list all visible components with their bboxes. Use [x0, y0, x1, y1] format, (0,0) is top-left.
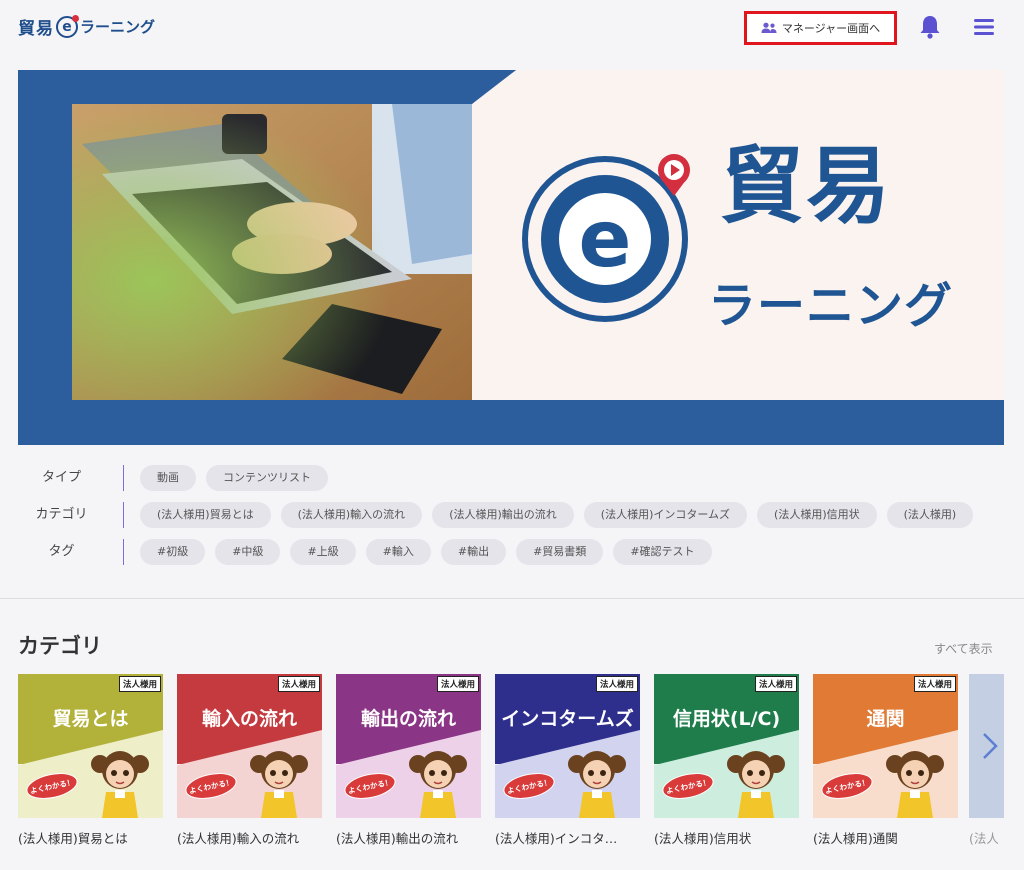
type-chips: 動画 コンテンツリスト — [124, 465, 984, 491]
chip-category[interactable]: (法人様用)輸出の流れ — [432, 502, 574, 528]
corporate-badge: 法人様用 — [118, 676, 161, 692]
card-thumbnail[interactable]: 法人様用 信用状(L/C) よくわかる！ — [654, 674, 799, 818]
card-thumbnail[interactable]: 法人様用 通関 よくわかる！ — [813, 674, 958, 818]
filter-label-category: カテゴリ — [0, 502, 124, 528]
bell-icon[interactable] — [918, 14, 942, 40]
category-card[interactable]: 法人様用 信用状(L/C) よくわかる！ (法人様用)信用状 — [654, 674, 799, 847]
corporate-badge: 法人様用 — [754, 676, 797, 692]
chip-type[interactable]: コンテンツリスト — [206, 465, 328, 491]
filter-row-type: タイプ 動画 コンテンツリスト — [0, 465, 984, 491]
category-card[interactable]: 法人様用 インコタームズ よくわかる！ (法人様用)インコタ… — [495, 674, 640, 847]
category-card[interactable]: 法人様用 輸入の流れ よくわかる！ (法人様用)輸入の流れ — [177, 674, 322, 847]
character-illustration — [886, 751, 944, 818]
chip-category[interactable]: (法人様用)輸入の流れ — [280, 502, 423, 528]
tag-chips: #初級 #中級 #上級 #輸入 #輸出 #貿易書類 #確認テスト — [124, 539, 984, 565]
logo-kanji: 貿易 — [18, 19, 54, 39]
filter-row-tag: タグ #初級 #中級 #上級 #輸入 #輸出 #貿易書類 #確認テスト — [0, 539, 984, 565]
character-illustration — [91, 751, 149, 818]
chevron-right-icon[interactable] — [976, 726, 1002, 766]
card-thumb-title: 貿易とは — [52, 708, 129, 730]
chip-category[interactable]: (法人様用)インコタームズ — [583, 502, 748, 528]
card-label[interactable]: (法人様用)通関 — [813, 828, 958, 847]
chip-tag[interactable]: #中級 — [215, 539, 281, 565]
card-label[interactable]: (法人様用)インコタ… — [495, 828, 640, 847]
card-thumb-title: インコタームズ — [501, 708, 634, 730]
card-label[interactable]: (法人様用)信用状 — [654, 828, 799, 847]
manager-screen-button[interactable]: マネージャー画面へ — [744, 11, 897, 45]
chip-category[interactable]: (法人様用)貿易とは — [140, 502, 271, 528]
corporate-badge: 法人様用 — [436, 676, 479, 692]
card-label[interactable]: (法人様用)輸出の流れ — [336, 828, 481, 847]
partial-card-label: (法人 — [969, 831, 999, 846]
corporate-badge: 法人様用 — [913, 676, 956, 692]
chip-tag[interactable]: #確認テスト — [613, 539, 712, 565]
card-thumb-title: 輸入の流れ — [201, 708, 297, 730]
card-thumb-title: 輸出の流れ — [360, 708, 456, 730]
chip-tag[interactable]: #輸出 — [440, 539, 507, 565]
card-label[interactable]: (法人様用)輸入の流れ — [177, 828, 322, 847]
svg-text:e: e — [579, 195, 632, 285]
character-illustration — [568, 751, 626, 818]
section-divider — [0, 598, 1024, 599]
character-illustration — [409, 751, 467, 818]
app-header: 貿易 e ラーニング マネージャー画面へ — [0, 0, 1024, 58]
card-thumb-title: 通関 — [866, 708, 905, 730]
card-thumbnail[interactable]: 法人様用 貿易とは よくわかる！ — [18, 674, 163, 818]
section-title: カテゴリ — [18, 634, 102, 658]
users-icon — [761, 22, 777, 33]
hero-banner[interactable]: e 貿易 ラーニング — [18, 70, 1004, 445]
chip-tag[interactable]: #上級 — [290, 539, 356, 565]
category-carousel: 法人様用 貿易とは よくわかる！ (法人様用)貿易とは 法人様用 輸入の流れ よくわかる！(… — [18, 674, 1004, 870]
chip-tag[interactable]: #貿易書類 — [516, 539, 604, 565]
menu-icon[interactable] — [972, 16, 996, 38]
hero-title-kana: ラーニング — [708, 278, 954, 334]
card-thumbnail[interactable]: 法人様用 輸出の流れ よくわかる！ — [336, 674, 481, 818]
chip-type[interactable]: 動画 — [140, 465, 196, 491]
corporate-badge: 法人様用 — [595, 676, 638, 692]
category-card[interactable]: 法人様用 輸出の流れ よくわかる！ (法人様用)輸出の流れ — [336, 674, 481, 847]
chip-tag[interactable]: #初級 — [140, 539, 206, 565]
chip-tag[interactable]: #輸入 — [365, 539, 431, 565]
logo-kana: ラーニング — [80, 18, 156, 36]
hero-title-kanji: 貿易 — [720, 137, 893, 235]
card-thumb-title: 信用状(L/C) — [672, 708, 781, 730]
filter-label-type: タイプ — [0, 465, 124, 491]
category-chips: (法人様用)貿易とは (法人様用)輸入の流れ (法人様用)輸出の流れ (法人様用… — [124, 502, 984, 528]
character-illustration — [250, 751, 308, 818]
hero-e-logo: e — [522, 154, 690, 322]
corporate-badge: 法人様用 — [277, 676, 320, 692]
manager-button-label: マネージャー画面へ — [781, 22, 881, 35]
chip-category[interactable]: (法人様用)信用状 — [757, 502, 877, 528]
character-illustration — [727, 751, 785, 818]
filter-row-category: カテゴリ (法人様用)貿易とは (法人様用)輸入の流れ (法人様用)輸出の流れ … — [0, 502, 984, 528]
filter-label-tag: タグ — [0, 539, 124, 565]
chip-category[interactable]: (法人様用) — [886, 502, 974, 528]
logo-e-mark: e — [56, 14, 79, 38]
show-all-link[interactable]: すべて表示 — [934, 640, 993, 657]
card-thumbnail[interactable]: 法人様用 インコタームズ よくわかる！ — [495, 674, 640, 818]
app-logo[interactable]: 貿易 e ラーニング — [18, 14, 155, 39]
category-card[interactable]: 法人様用 貿易とは よくわかる！ (法人様用)貿易とは — [18, 674, 163, 847]
card-thumbnail[interactable]: 法人様用 輸入の流れ よくわかる！ — [177, 674, 322, 818]
hero-photo — [72, 104, 472, 400]
card-label[interactable]: (法人様用)貿易とは — [18, 828, 163, 847]
category-card[interactable]: 法人様用 通関 よくわかる！ (法人様用)通関 — [813, 674, 958, 847]
